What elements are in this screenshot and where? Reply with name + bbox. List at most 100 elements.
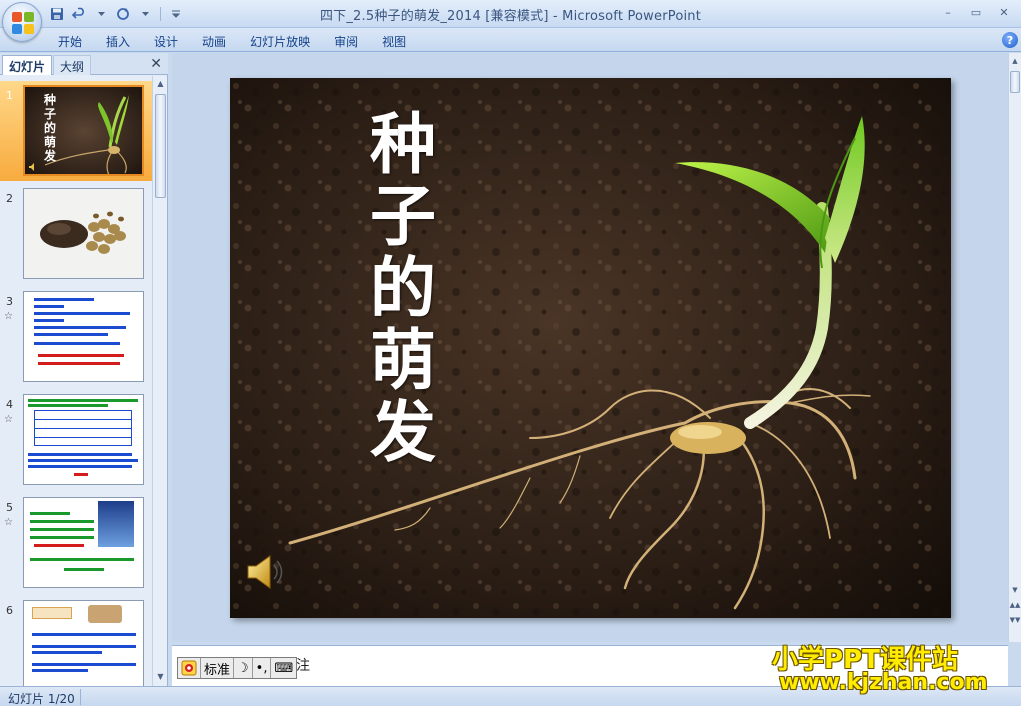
thumb-text-line: [32, 663, 136, 666]
thumb-text-line: [30, 536, 94, 539]
thumb-text-line: [32, 669, 88, 672]
tab-home[interactable]: 开始: [46, 31, 94, 50]
thumb-title-box: [32, 607, 72, 619]
tab-insert[interactable]: 插入: [94, 31, 142, 50]
tab-view[interactable]: 视图: [370, 31, 418, 50]
slide-editor: 种 子 的 萌 发: [172, 53, 1008, 642]
thumb-text-line: [30, 558, 134, 561]
thumb-text-line: [64, 568, 104, 571]
slide-preview: 种子的萌发: [23, 85, 144, 176]
title-char: 子: [370, 177, 436, 255]
slide-thumbnail-6[interactable]: 6: [0, 596, 152, 686]
title-char: 发: [370, 393, 436, 471]
tab-slideshow[interactable]: 幻灯片放映: [238, 31, 322, 50]
tab-animations[interactable]: 动画: [190, 31, 238, 50]
thumb-text-line: [28, 459, 138, 462]
panel-close-button[interactable]: ✕: [150, 56, 162, 72]
thumb-text-line: [34, 319, 64, 322]
close-button[interactable]: ✕: [991, 2, 1017, 22]
thumb-photo: [98, 501, 134, 547]
minimize-button[interactable]: –: [935, 2, 961, 22]
soil-sprout-image: [230, 78, 951, 618]
status-separator: [80, 689, 81, 705]
title-separator: -: [548, 9, 563, 24]
tab-outline[interactable]: 大纲: [53, 55, 92, 75]
thumb-text-line: [32, 633, 136, 636]
ribbon: 开始 插入 设计 动画 幻灯片放映 审阅 视图 ?: [0, 28, 1021, 52]
soil-sprout-image: [25, 87, 142, 174]
thumb-text-line: [34, 326, 126, 329]
ime-logo-icon[interactable]: [178, 658, 201, 678]
restore-button[interactable]: ▭: [963, 2, 989, 22]
scroll-up-icon[interactable]: ▲: [1009, 54, 1021, 68]
slides-panel-scrollbar[interactable]: ▲ ▼: [152, 76, 167, 686]
office-button[interactable]: [2, 2, 42, 42]
slide-number: 6: [6, 604, 13, 617]
thumb-text-line: [32, 651, 102, 654]
ime-standard-label[interactable]: 标准: [201, 658, 235, 678]
office-logo-icon: [12, 12, 34, 34]
slides-panel: 幻灯片 大纲 ✕ 1 种子的萌发 2 3 ☆ 4 ☆ 5 ☆ 6 ▲ ▼: [0, 53, 168, 686]
title-bar: 四下_2.5种子的萌发_2014 [兼容模式] - Microsoft Powe…: [0, 0, 1021, 28]
slide-thumbnail-2[interactable]: 2: [0, 184, 152, 284]
thumb-text-line: [34, 544, 84, 547]
panel-tabs: 幻灯片 大纲 ✕: [0, 53, 168, 75]
thumb-text-line: [34, 305, 64, 308]
thumb-text-line: [34, 312, 130, 315]
scroll-up-icon[interactable]: ▲: [154, 77, 167, 91]
thumb-text-line: [34, 333, 108, 336]
animation-star-icon: ☆: [4, 414, 13, 425]
ime-mode-icon: [181, 660, 197, 676]
thumb-title: 种子的萌发: [44, 93, 57, 163]
slide-editor-scrollbar[interactable]: ▲ ▼ ▲▲ ▼▼: [1008, 53, 1021, 642]
slide-number: 4: [6, 398, 13, 411]
app-name: Microsoft PowerPoint: [562, 9, 702, 24]
ime-halfwidth-icon[interactable]: ☽: [234, 658, 253, 678]
slide-thumbnail-1[interactable]: 1 种子的萌发: [0, 81, 152, 181]
ime-toolbar: 标准 ☽ •, ⌨: [177, 657, 298, 679]
thumb-text-line: [32, 645, 136, 648]
document-name: 四下_2.5种子的萌发_2014 [兼容模式]: [319, 9, 549, 24]
slide-title[interactable]: 种 子 的 萌 发: [363, 108, 443, 468]
help-button[interactable]: ?: [1002, 32, 1018, 48]
slide-preview: [23, 497, 144, 588]
animation-star-icon: ☆: [4, 311, 13, 322]
thumb-text-line: [28, 453, 132, 456]
scroll-down-icon[interactable]: ▼: [154, 670, 167, 684]
thumb-text-line: [34, 342, 120, 345]
seeds-image: [24, 189, 143, 278]
speaker-icon[interactable]: [244, 553, 284, 591]
scrollbar-thumb[interactable]: [155, 94, 166, 198]
notes-text[interactable]: 注: [296, 655, 310, 675]
tab-review[interactable]: 审阅: [322, 31, 370, 50]
speaker-icon: [29, 163, 34, 171]
slide-thumbnail-3[interactable]: 3 ☆: [0, 287, 152, 387]
thumb-table: [34, 410, 132, 446]
current-slide[interactable]: 种 子 的 萌 发: [230, 78, 951, 618]
ime-keyboard-icon[interactable]: ⌨: [271, 658, 296, 678]
slide-number: 3: [6, 295, 13, 308]
slide-thumbnail-5[interactable]: 5 ☆: [0, 493, 152, 593]
animation-star-icon: ☆: [4, 517, 13, 528]
thumb-text-line: [28, 465, 132, 468]
scrollbar-thumb[interactable]: [1010, 71, 1020, 93]
title-char: 的: [370, 249, 436, 327]
tab-design[interactable]: 设计: [142, 31, 190, 50]
thumb-text-line: [30, 520, 94, 523]
thumb-text-line: [38, 354, 124, 357]
scroll-down-icon[interactable]: ▼: [1009, 583, 1021, 597]
slide-preview: [23, 394, 144, 485]
slide-number: 1: [6, 89, 13, 102]
watermark-url: www.kjzhan.com: [779, 670, 988, 695]
ime-punctuation-icon[interactable]: •,: [253, 658, 272, 678]
thumbnail-list: 1 种子的萌发 2 3 ☆ 4 ☆ 5 ☆ 6: [0, 76, 152, 686]
previous-slide-icon[interactable]: ▲▲: [1009, 598, 1021, 612]
slide-preview: [23, 188, 144, 279]
slide-thumbnail-4[interactable]: 4 ☆: [0, 390, 152, 490]
slide-number: 2: [6, 192, 13, 205]
tab-slides[interactable]: 幻灯片: [2, 55, 53, 75]
thumb-text-line: [74, 473, 88, 476]
next-slide-icon[interactable]: ▼▼: [1009, 613, 1021, 627]
window-controls: – ▭ ✕: [935, 2, 1017, 22]
title-char: 种: [370, 105, 436, 183]
